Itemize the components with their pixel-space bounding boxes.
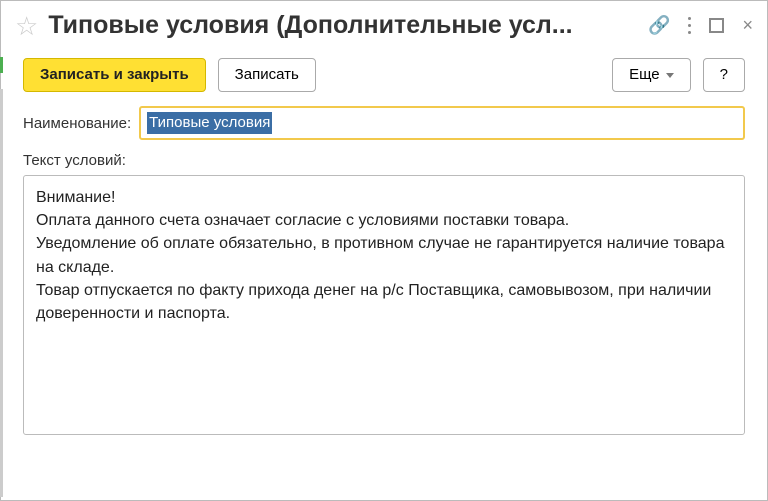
left-edge-rail <box>0 89 3 497</box>
maximize-icon[interactable] <box>709 18 724 33</box>
window-controls: 🔗 × <box>648 15 753 36</box>
window-title: Типовые условия (Дополнительные усл... <box>48 11 636 40</box>
conditions-textarea[interactable]: Внимание! Оплата данного счета означает … <box>23 175 745 435</box>
toolbar: Записать и закрыть Записать Еще ? <box>1 50 767 102</box>
favorite-icon[interactable]: ☆ <box>15 13 38 39</box>
left-edge-accent <box>0 57 3 73</box>
help-button[interactable]: ? <box>703 58 745 92</box>
save-button[interactable]: Записать <box>218 58 316 92</box>
link-icon[interactable]: 🔗 <box>648 15 670 36</box>
window: ☆ Типовые условия (Дополнительные усл...… <box>0 0 768 501</box>
close-icon[interactable]: × <box>742 15 753 36</box>
name-input-selection: Типовые условия <box>147 112 272 134</box>
name-label: Наименование: <box>23 115 131 132</box>
more-button[interactable]: Еще <box>612 58 691 92</box>
conditions-label: Текст условий: <box>23 152 745 169</box>
save-and-close-button[interactable]: Записать и закрыть <box>23 58 206 92</box>
name-row: Наименование: Типовые условия <box>23 106 745 140</box>
name-input[interactable]: Типовые условия <box>139 106 745 140</box>
titlebar: ☆ Типовые условия (Дополнительные усл...… <box>1 1 767 46</box>
kebab-menu-icon[interactable] <box>688 17 691 34</box>
form: Наименование: Типовые условия Текст усло… <box>1 102 767 445</box>
